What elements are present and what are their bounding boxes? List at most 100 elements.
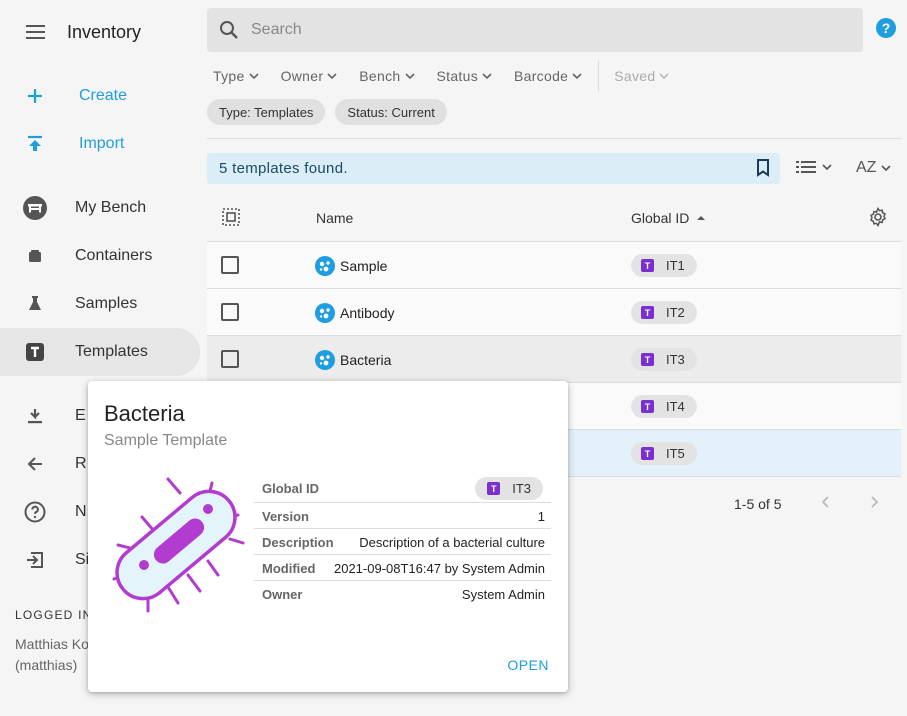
filter-barcode[interactable]: Barcode (514, 68, 582, 84)
open-button[interactable]: OPEN (507, 657, 549, 673)
row-checkbox[interactable] (221, 350, 239, 368)
chevron-left-icon[interactable] (818, 494, 834, 515)
card-title: Bacteria (104, 401, 185, 426)
global-id-value: IT1 (666, 258, 685, 273)
filter-label: Barcode (514, 68, 569, 84)
filter-status[interactable]: Status (437, 68, 493, 84)
row-checkbox[interactable] (221, 256, 239, 274)
upload-icon (22, 131, 48, 157)
filter-label: Saved (614, 68, 656, 84)
list-view-icon (796, 161, 816, 173)
filter-type[interactable]: Type (213, 68, 259, 84)
chevron-down-icon (404, 73, 415, 79)
sidebar-item-my-bench[interactable]: My Bench (0, 184, 200, 232)
sidebar-item-containers[interactable]: Containers (0, 232, 200, 280)
sort-menu[interactable]: AZ (856, 159, 892, 177)
search-bar (207, 8, 863, 52)
chevron-down-icon (572, 73, 582, 79)
row-name-link[interactable]: Antibody (315, 303, 394, 323)
global-id-chip[interactable]: T IT5 (631, 442, 697, 465)
results-count: 5 templates found. (219, 160, 348, 177)
view-mode-menu[interactable] (796, 160, 832, 174)
create-button[interactable]: Create (0, 72, 200, 120)
import-label: Import (79, 135, 125, 152)
select-all-icon[interactable] (222, 208, 240, 231)
row-name-link[interactable]: Sample (315, 256, 387, 276)
chip-status-current[interactable]: Status: Current (335, 99, 447, 125)
template-badge-icon: T (641, 400, 654, 413)
row-name: Antibody (340, 305, 395, 321)
create-label: Create (79, 87, 128, 104)
chevron-down-icon (881, 165, 892, 171)
global-id-chip[interactable]: T IT4 (631, 395, 697, 418)
filter-label: Status (436, 68, 478, 84)
sidebar-item-templates[interactable]: Templates (0, 328, 200, 376)
template-type-icon (315, 256, 335, 276)
divider (207, 138, 901, 139)
filter-label: Type (213, 68, 245, 84)
global-id-chip[interactable]: T IT3 (631, 348, 697, 371)
menu-icon[interactable] (26, 25, 45, 39)
help-icon[interactable]: ? (876, 18, 896, 38)
sort-ascending-icon (697, 216, 706, 220)
arrow-left-icon (22, 451, 48, 477)
table-row[interactable]: Sample T IT1 (207, 242, 901, 289)
global-id-value: IT3 (666, 352, 685, 367)
filter-divider (598, 61, 600, 91)
column-header-global-id[interactable]: Global ID (631, 210, 706, 226)
row-name: Bacteria (340, 352, 392, 368)
app-title: Inventory (67, 22, 142, 42)
global-id-value: IT3 (512, 481, 531, 496)
chip-type-templates[interactable]: Type: Templates (207, 99, 326, 125)
global-id-chip[interactable]: T IT1 (631, 254, 697, 277)
column-header-label: Global ID (631, 210, 690, 226)
gear-icon[interactable] (868, 206, 888, 232)
detail-value: 2021-09-08T16:47 by System Admin (333, 561, 545, 576)
column-header-name[interactable]: Name (316, 210, 353, 226)
table-header: Name Global ID (207, 194, 901, 242)
detail-value: System Admin (461, 587, 545, 602)
search-icon (219, 20, 239, 45)
template-type-icon (315, 303, 335, 323)
detail-label: Modified (262, 561, 316, 576)
global-id-chip[interactable]: T IT3 (475, 477, 543, 500)
bookmark-icon[interactable] (756, 159, 770, 182)
global-id-value: IT4 (666, 399, 685, 414)
record-details-table: Global ID T IT3 Version 1 Description Des… (254, 475, 551, 607)
row-checkbox[interactable] (221, 303, 239, 321)
template-badge-icon: T (487, 482, 501, 495)
filter-label: Bench (359, 68, 401, 84)
chevron-down-icon (822, 164, 832, 170)
template-badge-icon: T (641, 447, 654, 460)
download-icon (22, 403, 48, 429)
record-preview-card: Bacteria Sample Template Global ID T IT3 … (88, 381, 568, 692)
filter-bench[interactable]: Bench (359, 68, 415, 84)
import-button[interactable]: Import (0, 120, 200, 168)
detail-row-owner: Owner System Admin (254, 581, 551, 607)
flask-icon (22, 291, 48, 317)
detail-value: 1 (537, 509, 545, 524)
detail-row-version: Version 1 (254, 503, 551, 529)
sidebar-item-label: Samples (75, 295, 138, 312)
detail-label: Version (262, 509, 309, 524)
results-banner: 5 templates found. (207, 153, 780, 184)
detail-row-global-id: Global ID T IT3 (254, 475, 551, 503)
user-name: Matthias Ko (15, 636, 89, 652)
filter-owner[interactable]: Owner (281, 68, 338, 84)
sidebar-item-label: My Bench (75, 199, 147, 216)
sign-in-icon (22, 547, 48, 573)
user-info: Matthias Ko (matthias) (15, 634, 89, 676)
card-subtitle: Sample Template (104, 432, 228, 449)
help-circle-icon (22, 499, 48, 525)
sort-label: AZ (856, 159, 877, 176)
logged-in-heading: LOGGED IN (15, 608, 93, 622)
sidebar-item-label: N (75, 503, 87, 520)
global-id-chip[interactable]: T IT2 (631, 301, 697, 324)
sidebar-item-samples[interactable]: Samples (0, 280, 200, 328)
row-name-link[interactable]: Bacteria (315, 350, 391, 370)
table-row[interactable]: Antibody T IT2 (207, 289, 901, 336)
table-row[interactable]: Bacteria T IT3 (207, 336, 901, 383)
saved-searches-dropdown[interactable]: Saved (614, 68, 670, 84)
chevron-right-icon[interactable] (866, 494, 882, 515)
search-input[interactable] (251, 8, 851, 52)
